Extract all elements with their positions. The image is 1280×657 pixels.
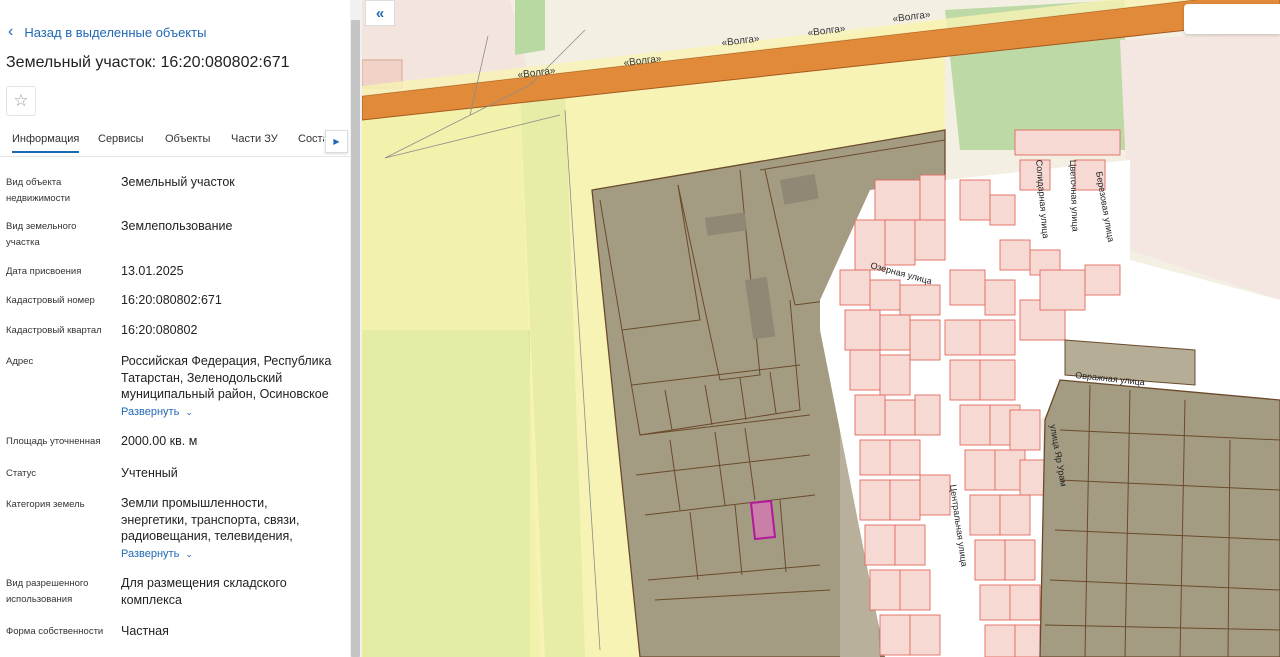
field-label: Кадастровый номер: [6, 295, 95, 306]
info-panel: ‹ Назад в выделенные объекты Земельный у…: [0, 0, 350, 657]
field-value: 16:20:080802:671: [121, 293, 222, 307]
field-label: Адрес: [6, 356, 34, 367]
field-label: Площадь уточненная: [6, 436, 101, 447]
favorite-button[interactable]: ☆: [6, 86, 36, 116]
chevron-right-icon: ▶: [333, 137, 340, 146]
cadastral-map[interactable]: «Волга» «Волга» «Волга» «Волга» «Волга»: [362, 0, 1280, 657]
chevron-down-icon: ⌄: [185, 549, 193, 559]
field-label: Кадастровый квартал: [6, 325, 102, 336]
expand-label: Развернуть: [121, 548, 180, 560]
expand-address-button[interactable]: Развернуть ⌄: [121, 406, 193, 418]
chevron-left-icon: ‹: [8, 23, 14, 40]
expand-label: Развернуть: [121, 406, 180, 418]
map-search-box[interactable]: [1184, 4, 1280, 34]
field-label: Дата присвоения: [6, 266, 82, 277]
field-label: Статус: [6, 468, 37, 479]
tab-parts[interactable]: Части ЗУ: [231, 133, 278, 145]
field-value: Земельный участок: [121, 175, 235, 189]
tab-objects[interactable]: Объекты: [165, 133, 210, 145]
lower-right-parcels: [1039, 379, 1280, 657]
field-value: 16:20:080802: [121, 323, 198, 337]
field-label: Форма собственности: [6, 626, 104, 637]
scrollbar-thumb[interactable]: [351, 20, 360, 657]
map-canvas: «Волга» «Волга» «Волга» «Волга» «Волга»: [362, 0, 1280, 657]
field-value: Частная: [121, 624, 169, 638]
field-label: Вид разрешенного использования: [6, 578, 89, 605]
expand-category-button[interactable]: Развернуть ⌄: [121, 548, 193, 560]
field-label: Вид объекта недвижимости: [6, 177, 71, 204]
field-value: Для размещения складского комплекса: [121, 576, 287, 607]
selected-parcel: [749, 499, 777, 541]
tab-bar: Информация Сервисы Объекты Части ЗУ Сост…: [0, 126, 350, 157]
address-value: Российская Федерация, Республика Татарст…: [121, 354, 332, 401]
chevron-down-icon: ⌄: [185, 407, 193, 417]
status-value: Учтенный: [121, 466, 178, 480]
category-value: Земли промышленности, энергетики, трансп…: [121, 496, 300, 543]
star-icon: ☆: [13, 91, 29, 110]
back-link[interactable]: ‹ Назад в выделенные объекты: [8, 24, 206, 40]
page-title: Земельный участок: 16:20:080802:671: [6, 54, 290, 71]
field-label: Категория земель: [6, 499, 85, 510]
back-link-label: Назад в выделенные объекты: [24, 24, 207, 40]
tab-services[interactable]: Сервисы: [98, 133, 144, 145]
field-value: 2000.00 кв. м: [121, 434, 198, 448]
tab-composition[interactable]: Соста: [298, 133, 324, 145]
field-value: 13.01.2025: [121, 264, 184, 278]
tab-next-button[interactable]: ▶: [325, 130, 348, 153]
double-chevron-left-icon: «: [375, 4, 385, 22]
tab-info[interactable]: Информация: [12, 133, 80, 153]
field-value: Землепользование: [121, 219, 233, 233]
collapse-panel-button[interactable]: «: [365, 0, 395, 26]
field-label: Вид земельного участка: [6, 221, 77, 248]
